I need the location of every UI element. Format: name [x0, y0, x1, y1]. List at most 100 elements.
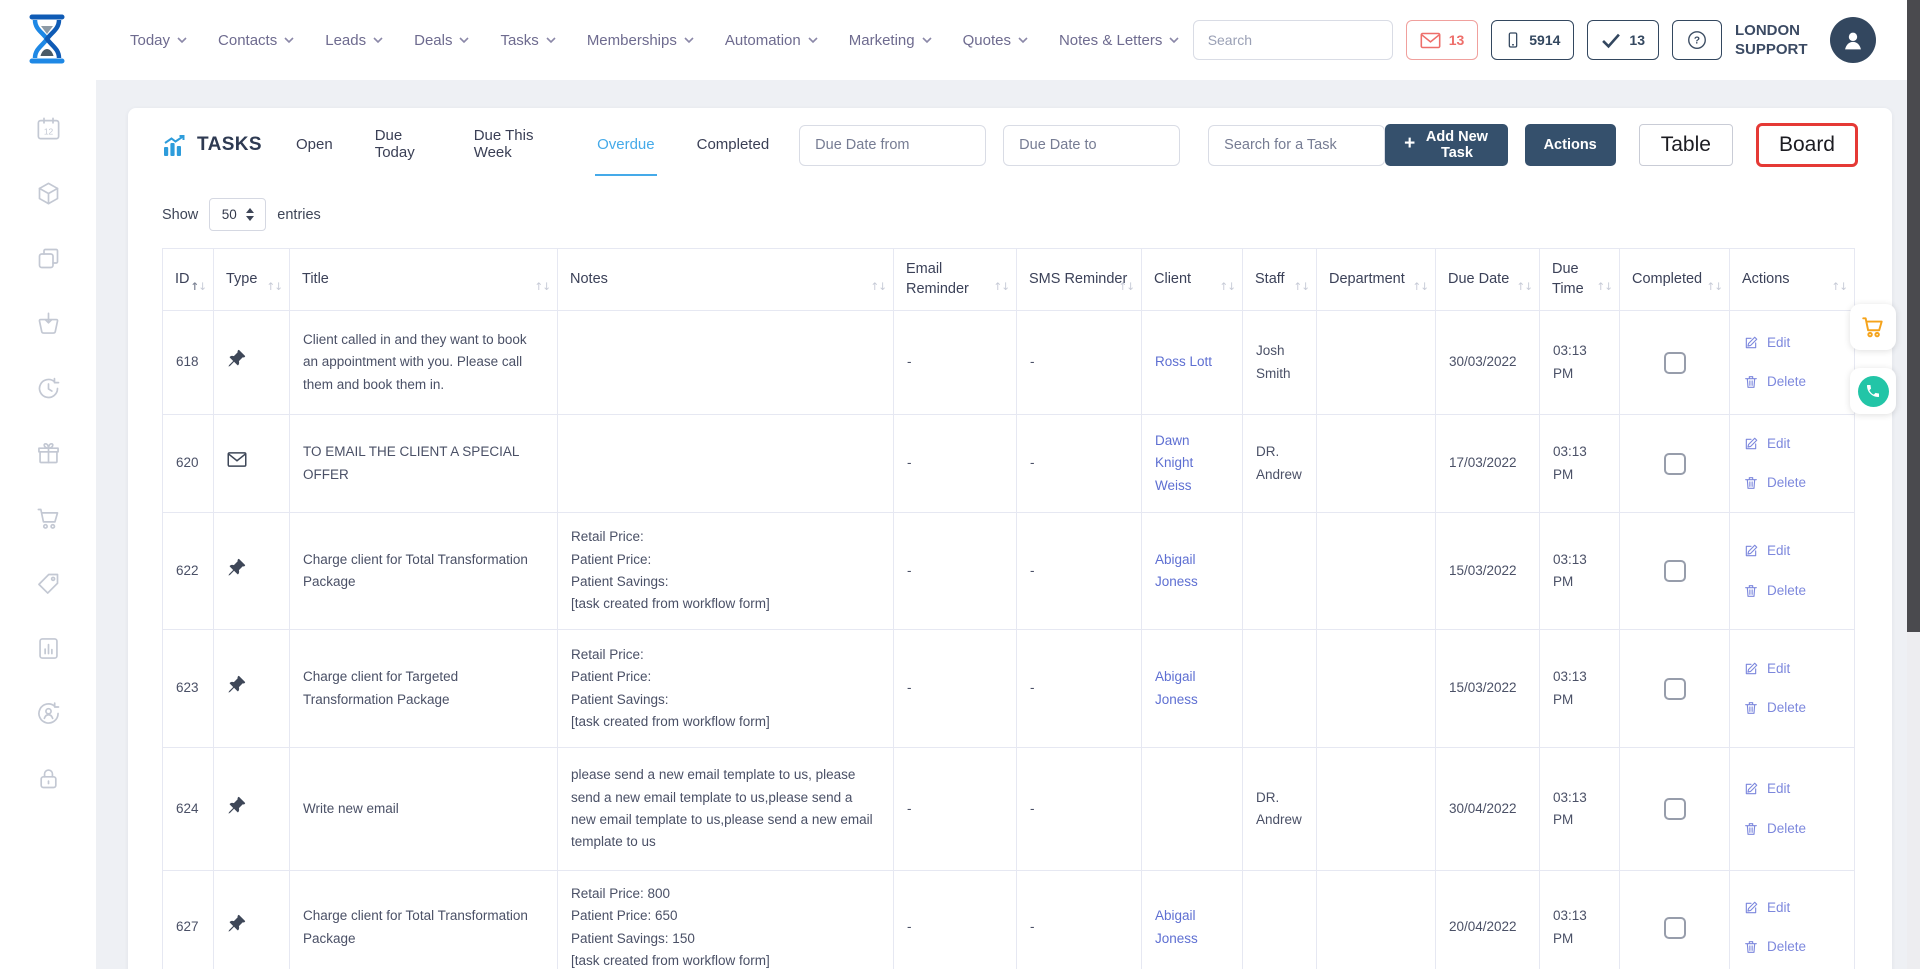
client-link[interactable]: Dawn Knight Weiss — [1155, 433, 1193, 493]
sort-arrows-icon: ↑↓ — [993, 280, 1009, 294]
column-header-id[interactable]: ID↑↓ — [163, 249, 214, 311]
nav-item-label: Leads — [325, 32, 366, 49]
edit-button[interactable]: Edit — [1743, 778, 1841, 800]
nav-item-memberships[interactable]: Memberships — [587, 32, 694, 49]
completed-checkbox[interactable] — [1664, 352, 1686, 374]
due-date-to-input[interactable] — [1003, 125, 1180, 166]
calls-badge[interactable]: 5914 — [1491, 20, 1574, 60]
sidebar-item-calendar[interactable]: 12 — [34, 114, 62, 142]
client-link[interactable]: Abigail Joness — [1155, 552, 1198, 589]
nav-item-today[interactable]: Today — [130, 32, 187, 49]
sort-arrows-icon: ↑↓ — [1706, 280, 1722, 294]
page-title: TASKS — [162, 134, 262, 157]
delete-button[interactable]: Delete — [1743, 472, 1841, 494]
account-name: LONDON SUPPORT — [1735, 21, 1817, 60]
column-header-due-date[interactable]: Due Date↑↓ — [1436, 249, 1540, 311]
table-view-button[interactable]: Table — [1639, 124, 1733, 166]
actions-button[interactable]: Actions — [1525, 124, 1616, 166]
sidebar-item-gift[interactable] — [34, 439, 62, 467]
sort-arrows-icon: ↑↓ — [266, 280, 282, 294]
page-scrollbar-thumb[interactable] — [1907, 0, 1920, 632]
nav-item-tasks[interactable]: Tasks — [500, 32, 555, 49]
delete-button[interactable]: Delete — [1743, 371, 1841, 393]
tab-open[interactable]: Open — [294, 114, 335, 176]
completed-checkbox[interactable] — [1664, 798, 1686, 820]
edit-label: Edit — [1767, 778, 1790, 800]
board-view-button[interactable]: Board — [1756, 123, 1858, 167]
task-search-input[interactable] — [1208, 125, 1385, 166]
report-icon — [35, 635, 62, 662]
column-header-client[interactable]: Client↑↓ — [1142, 249, 1243, 311]
sidebar-item-tag[interactable] — [34, 569, 62, 597]
help-badge[interactable]: ? — [1672, 20, 1722, 60]
tab-due-today[interactable]: Due Today — [373, 114, 434, 176]
edit-button[interactable]: Edit — [1743, 897, 1841, 919]
column-label: Staff — [1255, 271, 1285, 287]
completed-checkbox[interactable] — [1664, 678, 1686, 700]
page-scrollbar-track[interactable] — [1907, 0, 1920, 969]
add-new-task-button[interactable]: + Add New Task — [1385, 124, 1507, 166]
tab-due-this-week[interactable]: Due This Week — [472, 114, 557, 176]
cell-department — [1317, 871, 1436, 969]
email-notifications-badge[interactable]: 13 — [1406, 20, 1479, 60]
edit-button[interactable]: Edit — [1743, 332, 1841, 354]
sidebar-item-package[interactable] — [34, 179, 62, 207]
column-header-completed[interactable]: Completed↑↓ — [1620, 249, 1730, 311]
tasks-badge[interactable]: 13 — [1587, 20, 1659, 60]
completed-checkbox[interactable] — [1664, 917, 1686, 939]
cell-due-date: 30/03/2022 — [1436, 311, 1540, 415]
delete-button[interactable]: Delete — [1743, 936, 1841, 958]
nav-item-quotes[interactable]: Quotes — [963, 32, 1028, 49]
column-label: SMS Reminder — [1029, 271, 1127, 287]
edit-button[interactable]: Edit — [1743, 658, 1841, 680]
completed-checkbox[interactable] — [1664, 453, 1686, 475]
floating-call-button[interactable] — [1850, 368, 1896, 414]
column-header-title[interactable]: Title↑↓ — [290, 249, 558, 311]
column-header-department[interactable]: Department↑↓ — [1317, 249, 1436, 311]
tab-completed[interactable]: Completed — [695, 114, 772, 176]
sidebar-item-history[interactable] — [34, 374, 62, 402]
sidebar-item-report[interactable] — [34, 634, 62, 662]
nav-item-notes-letters[interactable]: Notes & Letters — [1059, 32, 1179, 49]
client-link[interactable]: Abigail Joness — [1155, 908, 1198, 945]
client-link[interactable]: Abigail Joness — [1155, 669, 1198, 706]
sidebar-item-lock[interactable] — [34, 764, 62, 792]
nav-item-automation[interactable]: Automation — [725, 32, 818, 49]
edit-label: Edit — [1767, 897, 1790, 919]
completed-checkbox[interactable] — [1664, 560, 1686, 582]
nav-item-contacts[interactable]: Contacts — [218, 32, 294, 49]
floating-cart-button[interactable] — [1850, 304, 1896, 350]
cell-due-time: 03:13 PM — [1540, 630, 1620, 748]
sidebar-item-cart[interactable] — [34, 504, 62, 532]
nav-item-deals[interactable]: Deals — [414, 32, 469, 49]
column-header-actions[interactable]: Actions↑↓ — [1730, 249, 1855, 311]
delete-button[interactable]: Delete — [1743, 697, 1841, 719]
sidebar-item-duplicate[interactable] — [34, 244, 62, 272]
cell-email-reminder: - — [894, 415, 1017, 513]
cell-client: Ross Lott — [1142, 311, 1243, 415]
cell-completed — [1620, 415, 1730, 513]
user-avatar[interactable] — [1830, 17, 1876, 63]
delete-button[interactable]: Delete — [1743, 580, 1841, 602]
sidebar-item-basket[interactable] — [34, 309, 62, 337]
column-header-staff[interactable]: Staff↑↓ — [1243, 249, 1317, 311]
trash-icon — [1743, 700, 1759, 716]
nav-item-leads[interactable]: Leads — [325, 32, 383, 49]
app-logo[interactable] — [24, 14, 70, 69]
search-input[interactable] — [1194, 32, 1393, 48]
column-header-notes[interactable]: Notes↑↓ — [558, 249, 894, 311]
column-header-email-reminder[interactable]: Email Reminder↑↓ — [894, 249, 1017, 311]
page-size-select[interactable]: 50 — [209, 198, 266, 231]
client-link[interactable]: Ross Lott — [1155, 354, 1212, 369]
sidebar-item-account-sync[interactable] — [34, 699, 62, 727]
edit-button[interactable]: Edit — [1743, 540, 1841, 562]
edit-button[interactable]: Edit — [1743, 433, 1841, 455]
nav-item-marketing[interactable]: Marketing — [849, 32, 932, 49]
delete-button[interactable]: Delete — [1743, 818, 1841, 840]
sort-arrows-icon: ↑↓ — [870, 280, 886, 294]
column-header-sms-reminder[interactable]: SMS Reminder↑↓ — [1017, 249, 1142, 311]
tab-overdue[interactable]: Overdue — [595, 114, 657, 176]
due-date-from-input[interactable] — [799, 125, 986, 166]
column-header-due-time[interactable]: Due Time↑↓ — [1540, 249, 1620, 311]
column-header-type[interactable]: Type↑↓ — [214, 249, 290, 311]
